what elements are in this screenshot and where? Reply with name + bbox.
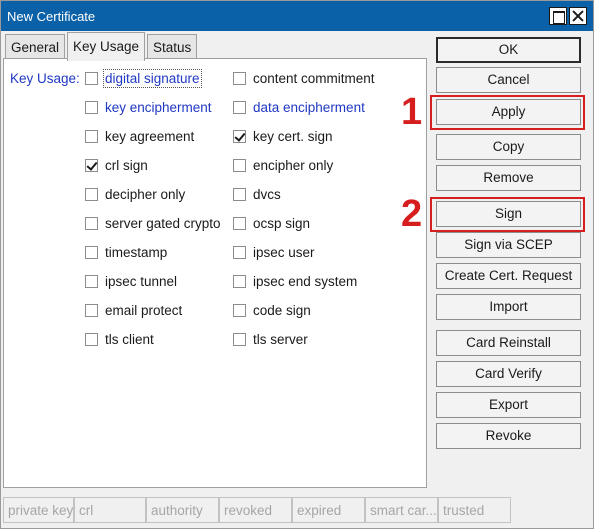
code-sign-label[interactable]: code sign <box>253 303 311 318</box>
ocsp-sign-label[interactable]: ocsp sign <box>253 216 310 231</box>
digital-signature-checkbox[interactable] <box>85 72 98 85</box>
ipsec-tunnel-checkbox[interactable] <box>85 275 98 288</box>
status-authority: authority <box>146 497 219 523</box>
import-button[interactable]: Import <box>436 294 581 320</box>
close-icon[interactable] <box>569 7 587 25</box>
title-bar[interactable]: New Certificate <box>1 1 593 31</box>
decipher-only-label[interactable]: decipher only <box>105 187 185 202</box>
tls-server-checkbox[interactable] <box>233 333 246 346</box>
create-cert-request-button[interactable]: Create Cert. Request <box>436 263 581 289</box>
status-expired: expired <box>292 497 365 523</box>
status-private-key: private key <box>3 497 74 523</box>
sign-via-scep-button[interactable]: Sign via SCEP <box>436 232 581 258</box>
tls-client-label[interactable]: tls client <box>105 332 154 347</box>
server-gated-crypto-checkbox[interactable] <box>85 217 98 230</box>
key-agreement-label[interactable]: key agreement <box>105 129 194 144</box>
export-button[interactable]: Export <box>436 392 581 418</box>
crl-sign-label[interactable]: crl sign <box>105 158 148 173</box>
key-encipherment-label[interactable]: key encipherment <box>105 100 212 115</box>
annotation-marker-2: 2 <box>401 193 423 235</box>
tls-client-checkbox[interactable] <box>85 333 98 346</box>
tls-server-label[interactable]: tls server <box>253 332 308 347</box>
annotation-marker-1: 1 <box>401 91 423 133</box>
key-agreement-checkbox[interactable] <box>85 130 98 143</box>
email-protect-checkbox[interactable] <box>85 304 98 317</box>
key-usage-label: Key Usage: <box>10 71 80 86</box>
status-smart-card: smart car... <box>365 497 438 523</box>
encipher-only-label[interactable]: encipher only <box>253 158 333 173</box>
dvcs-checkbox[interactable] <box>233 188 246 201</box>
cancel-button[interactable]: Cancel <box>436 67 581 93</box>
key-usage-panel <box>3 58 427 488</box>
ipsec-end-system-checkbox[interactable] <box>233 275 246 288</box>
server-gated-crypto-label[interactable]: server gated crypto <box>105 216 221 231</box>
decipher-only-checkbox[interactable] <box>85 188 98 201</box>
window-title: New Certificate <box>7 9 96 24</box>
dvcs-label[interactable]: dvcs <box>253 187 281 202</box>
tab-status[interactable]: Status <box>147 34 198 59</box>
status-revoked: revoked <box>219 497 292 523</box>
digital-signature-label[interactable]: digital signature <box>103 69 202 88</box>
status-trusted: trusted <box>438 497 511 523</box>
code-sign-checkbox[interactable] <box>233 304 246 317</box>
status-bar: private key crl authority revoked expire… <box>1 497 594 525</box>
card-verify-button[interactable]: Card Verify <box>436 361 581 387</box>
ipsec-user-checkbox[interactable] <box>233 246 246 259</box>
remove-button[interactable]: Remove <box>436 165 581 191</box>
content-commitment-label[interactable]: content commitment <box>253 71 375 86</box>
timestamp-checkbox[interactable] <box>85 246 98 259</box>
crl-sign-checkbox[interactable] <box>85 159 98 172</box>
email-protect-label[interactable]: email protect <box>105 303 182 318</box>
content-commitment-checkbox[interactable] <box>233 72 246 85</box>
tab-key-usage[interactable]: Key Usage <box>67 32 146 61</box>
data-encipherment-checkbox[interactable] <box>233 101 246 114</box>
ipsec-end-system-label[interactable]: ipsec end system <box>253 274 357 289</box>
card-reinstall-button[interactable]: Card Reinstall <box>436 330 581 356</box>
tab-general[interactable]: General <box>5 34 66 59</box>
key-cert-sign-label[interactable]: key cert. sign <box>253 129 333 144</box>
sign-highlight-box <box>430 197 585 232</box>
status-crl: crl <box>74 497 146 523</box>
ipsec-user-label[interactable]: ipsec user <box>253 245 315 260</box>
timestamp-label[interactable]: timestamp <box>105 245 167 260</box>
new-certificate-window: New Certificate General Key Usage Status… <box>0 0 594 529</box>
copy-button[interactable]: Copy <box>436 134 581 160</box>
apply-highlight-box <box>430 95 585 130</box>
ok-button[interactable]: OK <box>436 37 581 63</box>
maximize-icon[interactable] <box>549 7 567 25</box>
data-encipherment-label[interactable]: data encipherment <box>253 100 365 115</box>
encipher-only-checkbox[interactable] <box>233 159 246 172</box>
key-encipherment-checkbox[interactable] <box>85 101 98 114</box>
revoke-button[interactable]: Revoke <box>436 423 581 449</box>
ocsp-sign-checkbox[interactable] <box>233 217 246 230</box>
ipsec-tunnel-label[interactable]: ipsec tunnel <box>105 274 177 289</box>
key-cert-sign-checkbox[interactable] <box>233 130 246 143</box>
